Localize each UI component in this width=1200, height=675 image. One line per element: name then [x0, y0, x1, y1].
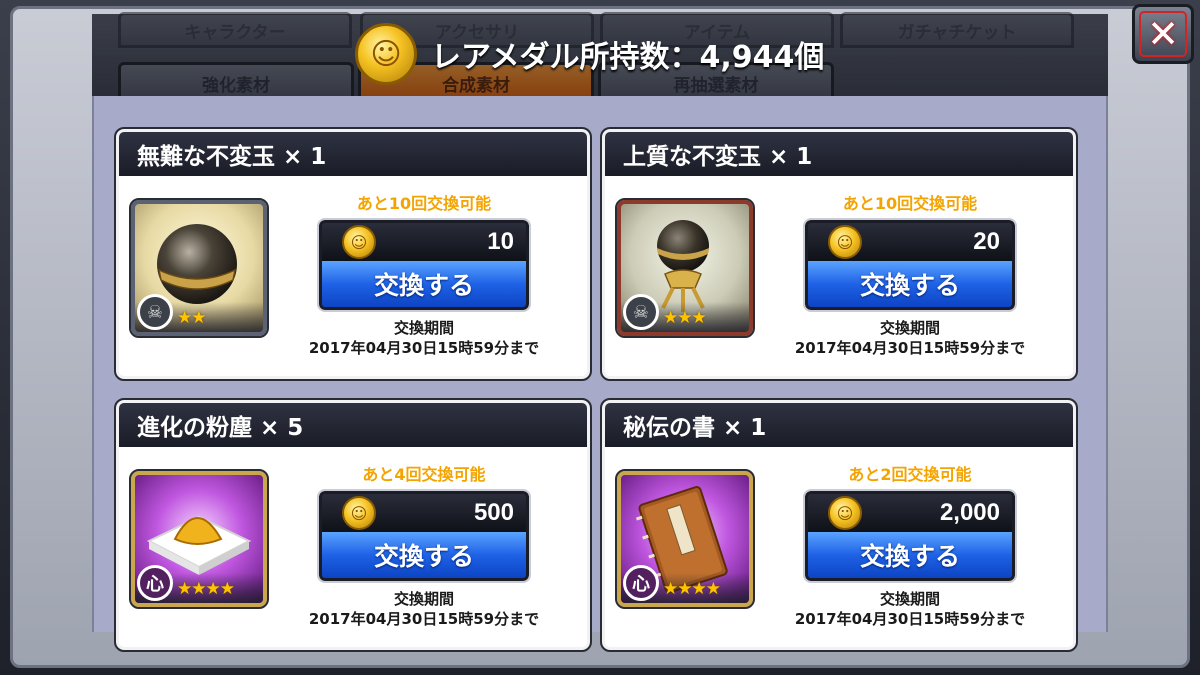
exchange-button[interactable]: ☺ 2,000 交換する	[803, 489, 1017, 583]
period-value: 2017年04月30日15時59分まで	[794, 339, 1026, 357]
item-title: 秘伝の書 × 1	[605, 403, 1073, 447]
rarity-stars: ★★★★	[663, 579, 721, 599]
price-row: ☺ 10	[322, 223, 526, 261]
period-value: 2017年04月30日15時59分まで	[794, 610, 1026, 628]
item-icon-frame[interactable]: 心 ★★★★	[129, 469, 269, 609]
period-label: 交換期間	[879, 319, 940, 337]
remaining-count: あと10回交換可能	[842, 194, 978, 213]
price-row: ☺ 20	[808, 223, 1012, 261]
medal-count-header: ☺ レアメダル所持数：4,944個	[355, 22, 824, 86]
item-title: 無難な不変玉 × 1	[119, 132, 587, 176]
item-icon-frame[interactable]: ☠ ★★★	[615, 198, 755, 338]
exchange-period: 交換期間 2017年04月30日15時59分まで	[289, 589, 559, 629]
skull-badge-icon: ☠	[137, 294, 173, 330]
medal-coin-icon: ☺	[342, 496, 376, 530]
price: 500	[473, 499, 514, 526]
heart-badge-icon: 心	[623, 565, 659, 601]
exchange-button-label: 交換する	[322, 532, 526, 578]
period-value: 2017年04月30日15時59分まで	[308, 610, 540, 628]
exchange-button[interactable]: ☺ 10 交換する	[317, 218, 531, 312]
shop-card: 秘伝の書 × 1 心 ★★★★ あと2回交換可能 ☺ 2,000 交換する 交換…	[600, 398, 1078, 652]
skull-badge-icon: ☠	[623, 294, 659, 330]
exchange-button[interactable]: ☺ 20 交換する	[803, 218, 1017, 312]
shop-card: 進化の粉塵 × 5 心 ★★★★ あと4回交換可能 ☺ 500 交換する 交換期…	[114, 398, 592, 652]
period-value: 2017年04月30日15時59分まで	[308, 339, 540, 357]
rarity-stars: ★★★	[663, 308, 707, 328]
remaining-count: あと4回交換可能	[362, 465, 486, 484]
close-icon: ✕	[1147, 12, 1179, 56]
item-title: 上質な不変玉 × 1	[605, 132, 1073, 176]
price: 2,000	[939, 499, 1000, 526]
price: 10	[487, 228, 514, 255]
exchange-period: 交換期間 2017年04月30日15時59分まで	[289, 318, 559, 358]
exchange-button-label: 交換する	[808, 261, 1012, 307]
price: 20	[973, 228, 1000, 255]
item-icon-frame[interactable]: 心 ★★★★	[615, 469, 755, 609]
remaining-count: あと10回交換可能	[356, 194, 492, 213]
item-icon-frame[interactable]: ☠ ★★	[129, 198, 269, 338]
medal-count-text: レアメダル所持数：4,944個	[431, 40, 825, 75]
period-label: 交換期間	[879, 590, 940, 608]
exchange-button-label: 交換する	[322, 261, 526, 307]
price-row: ☺ 2,000	[808, 494, 1012, 532]
period-label: 交換期間	[393, 590, 454, 608]
exchange-button-label: 交換する	[808, 532, 1012, 578]
exchange-period: 交換期間 2017年04月30日15時59分まで	[775, 318, 1045, 358]
rarity-stars: ★★★★	[177, 579, 235, 599]
price-row: ☺ 500	[322, 494, 526, 532]
remaining-count: あと2回交換可能	[848, 465, 972, 484]
tab-gacha-ticket[interactable]: ガチャチケット	[840, 12, 1074, 48]
medal-coin-icon: ☺	[828, 496, 862, 530]
item-title: 進化の粉塵 × 5	[119, 403, 587, 447]
heart-badge-icon: 心	[137, 565, 173, 601]
tab-label: 強化素材	[202, 75, 270, 95]
tab-character[interactable]: キャラクター	[118, 12, 352, 48]
medal-coin-icon: ☺	[828, 225, 862, 259]
rarity-stars: ★★	[177, 308, 207, 328]
rare-medal-icon: ☺	[355, 23, 417, 85]
medal-coin-icon: ☺	[342, 225, 376, 259]
exchange-period: 交換期間 2017年04月30日15時59分まで	[775, 589, 1045, 629]
shop-card: 無難な不変玉 × 1 ☠ ★★ あと10回交換可能 ☺ 10 交換する 交換期間…	[114, 127, 592, 381]
period-label: 交換期間	[393, 319, 454, 337]
close-button[interactable]: ✕	[1132, 4, 1194, 64]
shop-card: 上質な不変玉 × 1 ☠ ★★★ あと10回交換可能 ☺ 20 交換する 交換期…	[600, 127, 1078, 381]
exchange-button[interactable]: ☺ 500 交換する	[317, 489, 531, 583]
